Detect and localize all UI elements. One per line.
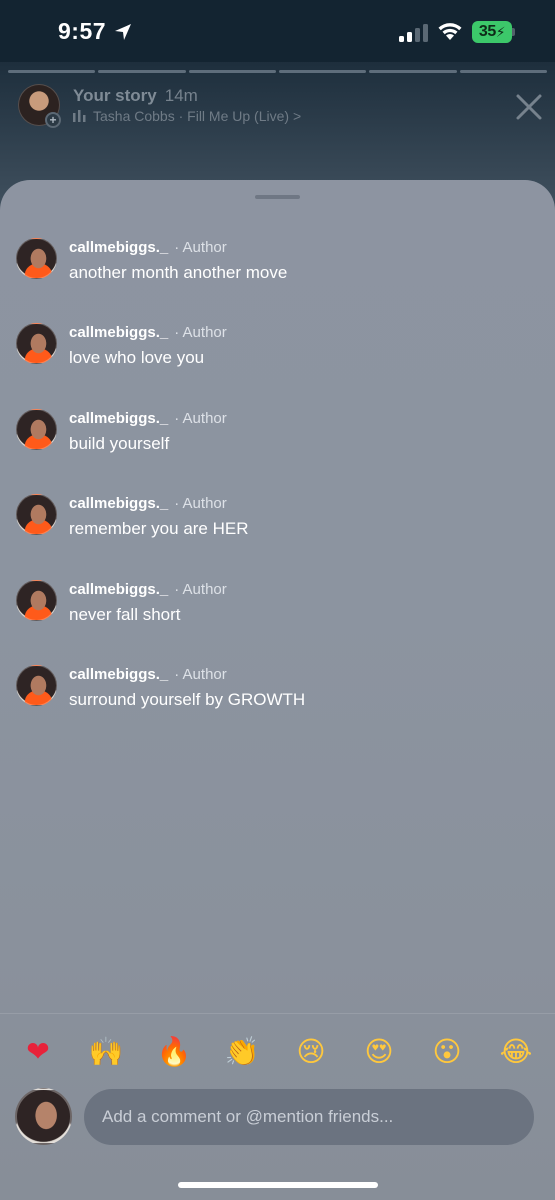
comment-meta: callmebiggs._ · Author [69,581,227,598]
music-bars-icon [73,110,86,122]
comment-username[interactable]: callmebiggs._ [69,666,168,683]
screen: 9:57 35 ⚡ + Your story 14m Tasha Cobbs ·… [0,0,555,1200]
heart-eyes-icon[interactable]: 😍 [357,1030,401,1074]
wifi-icon [438,23,462,40]
home-indicator[interactable] [178,1182,378,1188]
author-badge: · Author [174,495,227,512]
charging-bolt-icon: ⚡ [495,23,506,40]
commenter-avatar[interactable] [16,238,57,279]
author-badge: · Author [174,666,227,683]
cellular-signal-icon [399,22,429,42]
surprised-face-icon[interactable]: 😮 [425,1030,469,1074]
comment-username[interactable]: callmebiggs._ [69,410,168,427]
music-label: Tasha Cobbs · Fill Me Up (Live) > [93,108,302,124]
comment-meta: callmebiggs._ · Author [69,666,227,683]
reaction-divider [0,1013,555,1014]
author-badge: · Author [174,581,227,598]
commenter-avatar[interactable] [16,580,57,621]
comment-item[interactable]: callmebiggs._ · Author remember you are H… [16,494,536,554]
comment-input[interactable] [84,1089,534,1145]
comment-username[interactable]: callmebiggs._ [69,581,168,598]
commenter-avatar[interactable] [16,494,57,535]
clapping-hands-icon[interactable]: 👏 [220,1030,264,1074]
comment-text: remember you are HER [69,519,249,538]
progress-segment [98,70,186,73]
comment-meta: callmebiggs._ · Author [69,239,227,256]
comment-meta: callmebiggs._ · Author [69,324,227,341]
crying-face-icon[interactable]: 😢 [289,1030,333,1074]
fire-icon[interactable]: 🔥 [152,1030,196,1074]
author-badge: · Author [174,324,227,341]
progress-segment [459,70,547,73]
battery-indicator: 35 ⚡ [472,21,512,43]
comment-item[interactable]: callmebiggs._ · Author build yourself [16,409,536,469]
progress-segment [278,70,367,73]
story-time: 14m [164,86,198,105]
progress-segment [369,70,457,73]
comment-text: another month another move [69,263,288,282]
comment-text: love who love you [69,348,205,367]
battery-nub [512,28,515,36]
raising-hands-icon[interactable]: 🙌 [84,1030,128,1074]
close-icon[interactable] [512,90,546,124]
reaction-bar: ❤ 🙌 🔥 👏 😢 😍 😮 😂 [0,1030,555,1074]
story-title[interactable]: Your story 14m [73,86,198,106]
location-arrow-icon [115,24,131,40]
comment-username[interactable]: callmebiggs._ [69,239,168,256]
comment-item[interactable]: callmebiggs._ · Author surround yourself … [16,665,536,725]
author-badge: · Author [174,410,227,427]
author-badge: · Author [174,239,227,256]
comment-meta: callmebiggs._ · Author [69,495,227,512]
comment-item[interactable]: callmebiggs._ · Author love who love you [16,323,536,383]
comment-text: surround yourself by GROWTH [69,690,306,709]
progress-segment [188,70,276,73]
status-time: 9:57 [58,18,107,44]
comment-item[interactable]: callmebiggs._ · Author never fall short [16,580,536,640]
laughing-tears-icon[interactable]: 😂 [494,1030,538,1074]
commenter-avatar[interactable] [16,409,57,450]
comment-username[interactable]: callmebiggs._ [69,495,168,512]
progress-segment [8,70,96,73]
commenter-avatar[interactable] [16,323,57,364]
comment-username[interactable]: callmebiggs._ [69,324,168,341]
comment-meta: callmebiggs._ · Author [69,410,227,427]
commenter-avatar[interactable] [16,665,57,706]
current-user-avatar [15,1088,72,1145]
comment-text: never fall short [69,605,181,624]
red-heart-icon[interactable]: ❤ [16,1030,60,1074]
comment-text: build yourself [69,434,170,453]
battery-level: 35 [478,23,496,40]
comment-item[interactable]: callmebiggs._ · Author another month anot… [16,238,536,298]
add-story-icon[interactable]: + [45,112,61,128]
sheet-grabber[interactable] [255,195,300,199]
status-bar: 9:57 35 ⚡ [0,0,555,62]
story-progress-bar [8,70,547,73]
story-music[interactable]: Tasha Cobbs · Fill Me Up (Live) > [73,108,301,124]
story-owner: Your story [73,86,157,105]
